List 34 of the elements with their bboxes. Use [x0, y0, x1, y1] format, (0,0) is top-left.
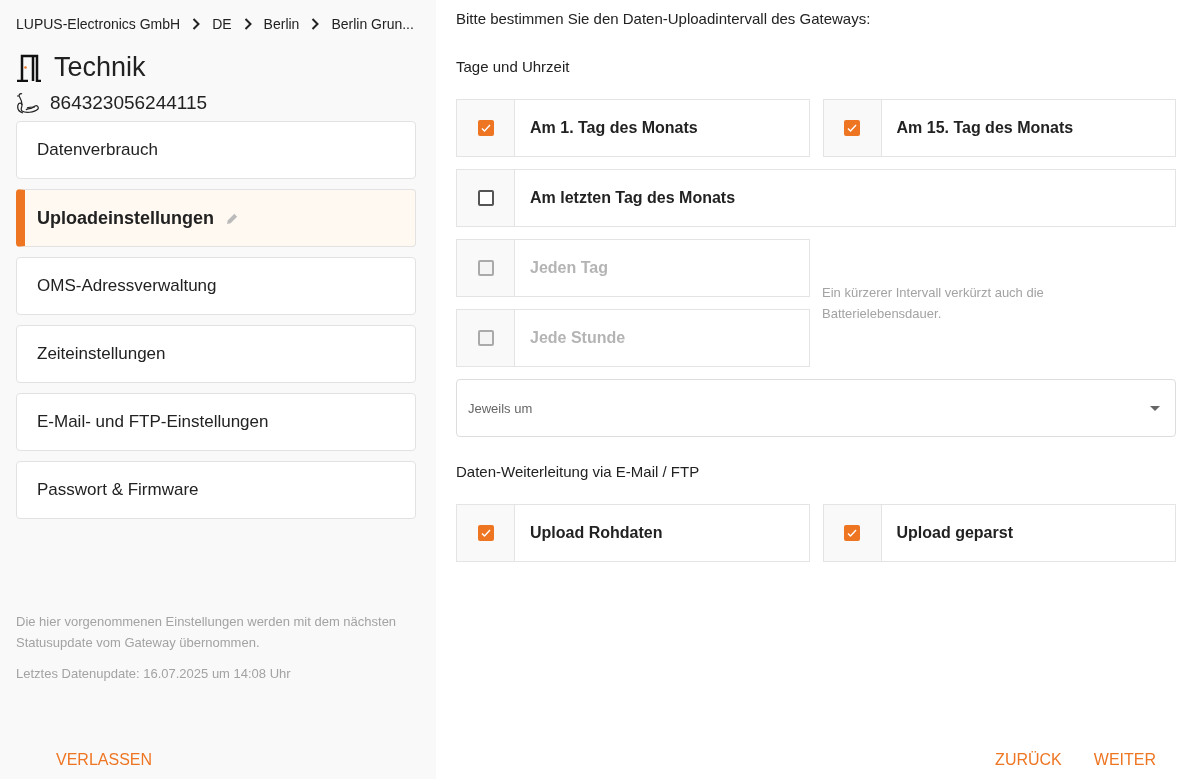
nav-item[interactable]: Passwort & Firmware	[16, 461, 416, 519]
chevron-icon	[192, 18, 201, 30]
breadcrumb-link[interactable]: LUPUS-Electronics GmbH	[16, 16, 181, 32]
section-heading: Tage und Uhrzeit	[456, 58, 571, 75]
chevron-icon	[311, 18, 320, 30]
intro-text: Bitte bestimmen Sie den Daten-Uploadintervall des Gateways:	[456, 10, 872, 29]
pencil-icon	[226, 211, 239, 225]
section-heading: Daten-Weiterleitung via E-Mail / FTP	[456, 463, 701, 480]
option-row[interactable]: Upload Rohdaten	[456, 504, 810, 562]
last-update: Letztes Datenupdate: 16.07.2025 um 14:08 Uhr	[16, 665, 292, 683]
dropdown-caret-icon	[1150, 405, 1160, 411]
time-select[interactable]: Jeweils um	[456, 379, 1176, 437]
page-title: Technik	[54, 52, 146, 83]
nav-item[interactable]: OMS-Adressverwaltung	[16, 257, 416, 315]
breadcrumb-link[interactable]: Berlin Grun...	[331, 16, 414, 32]
checkbox[interactable]	[477, 120, 494, 136]
option-row[interactable]: Am 1. Tag des Monats	[456, 99, 810, 157]
chevron-icon	[243, 18, 252, 30]
checkbox[interactable]	[477, 525, 494, 541]
nav-item[interactable]: Uploadeinstellungen	[16, 189, 416, 247]
option-row[interactable]: Am letzten Tag des Monats	[456, 169, 1176, 227]
nav-item[interactable]: Zeiteinstellungen	[16, 325, 416, 383]
option-row[interactable]: Upload geparst	[822, 504, 1176, 562]
checkbox[interactable]	[844, 120, 860, 136]
nav-item[interactable]: Datenverbrauch	[16, 121, 416, 179]
hint-text: Ein kürzerer Intervall verkürzt auch die Batterielebensdauer.	[822, 284, 1045, 323]
option-row[interactable]: Am 15. Tag des Monats	[822, 99, 1176, 157]
checkbox[interactable]	[477, 190, 494, 206]
device-id: 864323056244115	[50, 92, 208, 114]
nav-item[interactable]: E-Mail- und FTP-Einstellungen	[16, 393, 416, 451]
sidebar-note: Die hier vorgenommenen Einstellungen werden mit dem nächsten Statusupdate vom Gateway übernommen.	[16, 613, 398, 652]
breadcrumb-link[interactable]: DE	[212, 16, 232, 32]
breadcrumb-link[interactable]: Berlin	[263, 16, 300, 32]
checkbox[interactable]	[844, 525, 860, 541]
